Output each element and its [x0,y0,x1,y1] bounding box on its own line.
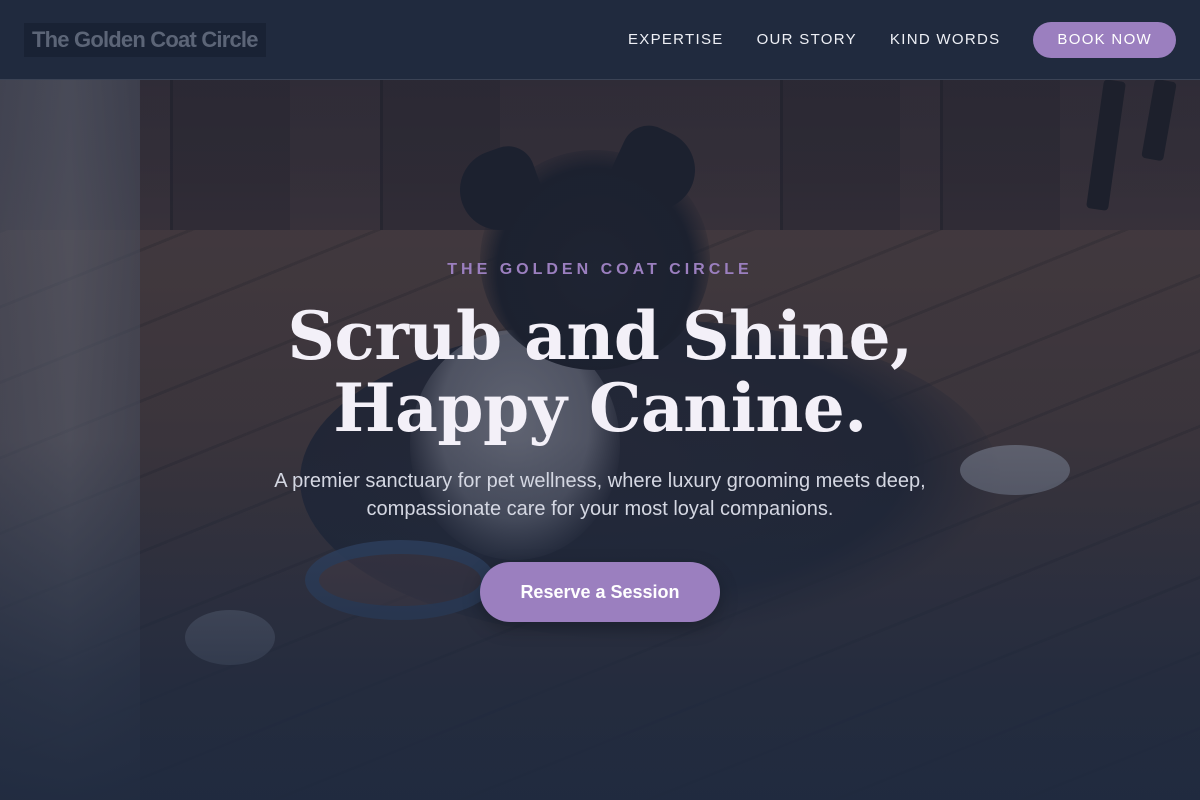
nav-link-kind-words[interactable]: KIND WORDS [890,31,1001,48]
hero-subtext: A premier sanctuary for pet wellness, wh… [274,470,926,520]
nav-links: EXPERTISE OUR STORY KIND WORDS [628,31,1000,48]
nav-link-our-story[interactable]: OUR STORY [757,31,857,48]
top-navigation-bar: The Golden Coat Circle EXPERTISE OUR STO… [0,0,1200,80]
book-now-button[interactable]: BOOK NOW [1033,21,1176,58]
hero-headline: Scrub and Shine, Happy Canine. [0,300,1200,444]
reserve-session-button[interactable]: Reserve a Session [480,562,720,622]
hero-eyebrow: THE GOLDEN COAT CIRCLE [447,261,753,278]
hero-content: THE GOLDEN COAT CIRCLE Scrub and Shine, … [0,0,1200,800]
nav-link-expertise[interactable]: EXPERTISE [628,31,724,48]
hero-headline-line-2: Happy Canine. [333,369,867,447]
brand-logo[interactable]: The Golden Coat Circle [24,22,266,57]
hero-headline-line-1: Scrub and Shine, [287,297,913,375]
